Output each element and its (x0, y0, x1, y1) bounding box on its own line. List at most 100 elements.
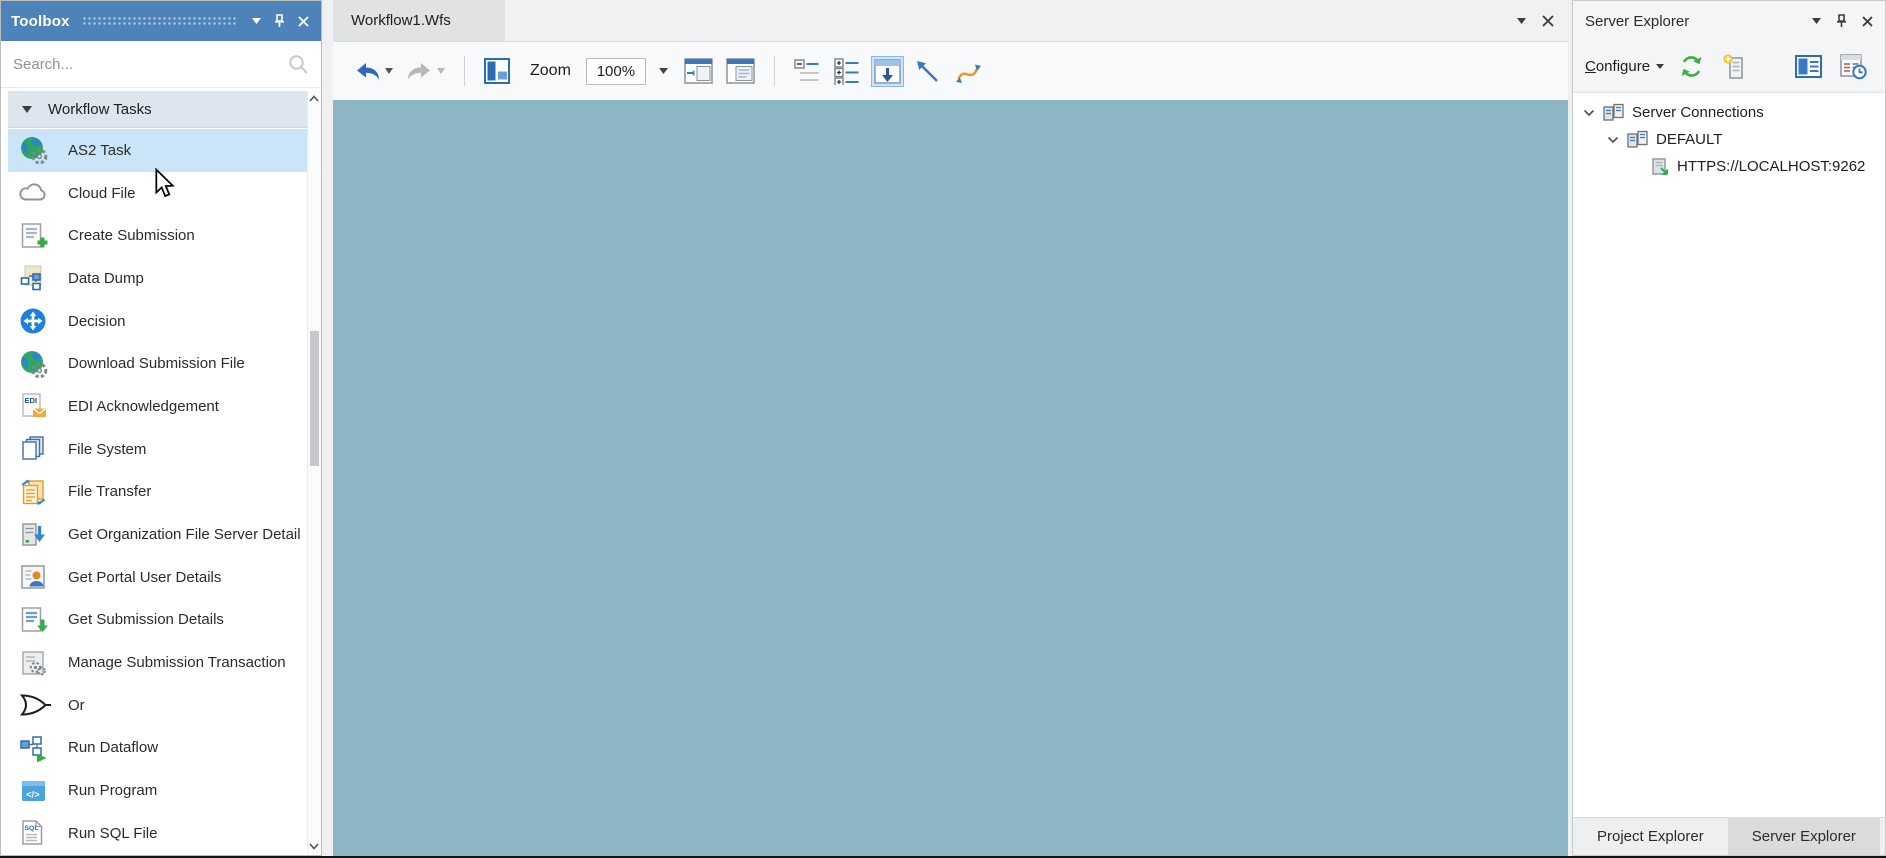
document-gears-icon (18, 648, 48, 678)
task-row-get-portal-user-details[interactable]: Get Portal User Details (8, 556, 307, 599)
task-row-edi-acknowledgement[interactable]: EDI EDI Acknowledgement (8, 385, 307, 428)
straight-connector-button[interactable] (911, 55, 944, 88)
refresh-button[interactable] (1676, 51, 1707, 82)
zoom-caret-icon[interactable] (653, 68, 674, 74)
undo-button[interactable] (351, 58, 396, 84)
task-row-get-organization-file-server-detail[interactable]: Get Organization File Server Detail (8, 513, 307, 556)
straight-connector-icon (916, 60, 938, 82)
task-row-data-dump[interactable]: Data Dump (8, 257, 307, 300)
document-download-icon (18, 605, 48, 635)
svg-text:EDI: EDI (25, 396, 38, 405)
task-label: Run Dataflow (68, 739, 159, 757)
program-window-icon: </> (18, 776, 48, 806)
task-row-download-submission-file[interactable]: Download Submission File (8, 342, 307, 385)
redo-caret-icon (437, 68, 445, 74)
server-link-icon (1650, 157, 1670, 177)
collapse-outline-button[interactable] (791, 55, 824, 88)
tab-project-explorer[interactable]: Project Explorer (1573, 818, 1728, 855)
zoom-value-select[interactable]: 100% (585, 57, 646, 85)
section-collapse-caret-icon (22, 105, 32, 113)
configure-button[interactable]: Configure (1585, 58, 1665, 75)
task-row-get-submission-details[interactable]: Get Submission Details (8, 599, 307, 642)
expand-outline-icon (834, 57, 859, 85)
task-label: Get Organization File Server Detail (68, 526, 301, 544)
task-label: EDI Acknowledgement (68, 397, 219, 415)
chevron-down-icon[interactable] (1583, 109, 1595, 117)
decision-arrows-icon (18, 306, 48, 336)
section-label: Workflow Tasks (48, 100, 152, 118)
or-gate-icon (18, 690, 51, 720)
task-row-as2-task[interactable]: AS2 Task (8, 129, 307, 172)
task-label: Download Submission File (68, 355, 245, 373)
tree-row-server-connections[interactable]: Server Connections (1573, 99, 1885, 126)
fit-container-toggle-button[interactable] (870, 55, 904, 87)
task-label: Or (68, 696, 85, 714)
overview-map-icon (484, 58, 510, 84)
toolbox-header: Toolbox (1, 1, 321, 41)
task-row-file-transfer[interactable]: File Transfer (8, 471, 307, 514)
dock-panel-icon (726, 58, 755, 84)
mouse-cursor (152, 168, 178, 198)
tab-close-icon[interactable] (1542, 14, 1554, 27)
task-label: Data Dump (68, 269, 144, 287)
toolbox-grip-texture[interactable] (81, 16, 238, 26)
dock-panel-left-button[interactable] (681, 55, 716, 87)
search-input[interactable] (13, 55, 288, 73)
chevron-down-icon[interactable] (1607, 136, 1619, 144)
tree-row-default[interactable]: DEFAULT (1573, 126, 1885, 153)
task-row-run-program[interactable]: </> Run Program (8, 769, 307, 812)
task-label: Cloud File (68, 184, 136, 202)
explorer-bottom-tabs: Project Explorer Server Explorer (1573, 817, 1885, 855)
task-row-file-system[interactable]: File System (8, 428, 307, 471)
edi-document-icon: EDI (18, 391, 48, 421)
toolbox-menu-caret-icon[interactable] (250, 16, 263, 26)
toolbox-close-icon[interactable] (296, 14, 311, 29)
workflow-canvas[interactable] (333, 100, 1568, 856)
toolbox-scrollbar[interactable] (307, 91, 320, 854)
schedule-view-icon (1840, 54, 1867, 80)
tab-label: Workflow1.Wfs (351, 12, 451, 29)
scrollbar-thumb[interactable] (310, 331, 319, 466)
curved-connector-icon (956, 64, 981, 83)
overview-map-button[interactable] (481, 55, 513, 87)
redo-button[interactable] (403, 58, 448, 84)
task-row-run-dataflow[interactable]: Run Dataflow (8, 727, 307, 770)
monitor-status-button[interactable] (1882, 51, 1886, 82)
search-icon (288, 54, 309, 75)
tab-list-caret-icon[interactable] (1517, 17, 1526, 24)
server-explorer-toolbar: Configure (1573, 41, 1885, 93)
scroll-up-icon[interactable] (309, 95, 319, 102)
expand-outline-button[interactable] (831, 55, 864, 88)
tab-workflow1[interactable]: Workflow1.Wfs (333, 0, 505, 41)
configure-label: Configure (1585, 58, 1651, 75)
schedule-view-button[interactable] (1837, 50, 1870, 83)
task-row-manage-submission-transaction[interactable]: Manage Submission Transaction (8, 641, 307, 684)
tree-row-localhost-connection[interactable]: HTTPS://LOCALHOST:9262 (1573, 153, 1885, 180)
server-explorer-close-icon[interactable] (1862, 15, 1873, 27)
server-explorer-pin-icon[interactable] (1835, 14, 1848, 28)
tab-server-explorer[interactable]: Server Explorer (1727, 818, 1880, 855)
zoom-value: 100% (596, 62, 636, 80)
page-flowchart-icon (18, 263, 48, 293)
task-list: AS2 Task Cloud File Create Submission Da… (8, 129, 307, 853)
flow-play-icon (18, 733, 48, 763)
curved-connector-button[interactable] (951, 55, 985, 88)
document-plus-icon (18, 221, 48, 251)
add-server-button[interactable] (1719, 50, 1750, 83)
dock-panel-button[interactable] (723, 55, 758, 87)
task-row-create-submission[interactable]: Create Submission (8, 214, 307, 257)
workflow-designer-app: { "toolbox": { "title": "Toolbox", "sear… (0, 0, 1886, 858)
file-stack-icon (18, 434, 48, 464)
task-row-or[interactable]: Or (8, 684, 307, 727)
workflow-tasks-section-header[interactable]: Workflow Tasks (8, 91, 307, 128)
add-server-icon (1723, 54, 1743, 79)
task-label: Run SQL File (68, 824, 158, 842)
server-stack-icon (1626, 130, 1649, 149)
server-explorer-menu-caret-icon[interactable] (1812, 18, 1821, 24)
details-view-button[interactable] (1792, 52, 1825, 81)
scroll-down-icon[interactable] (309, 843, 319, 850)
toolbox-pin-icon[interactable] (271, 12, 288, 30)
task-row-run-sql-file[interactable]: SQL Run SQL File (8, 812, 307, 853)
redo-icon (408, 63, 430, 80)
task-row-decision[interactable]: Decision (8, 300, 307, 343)
